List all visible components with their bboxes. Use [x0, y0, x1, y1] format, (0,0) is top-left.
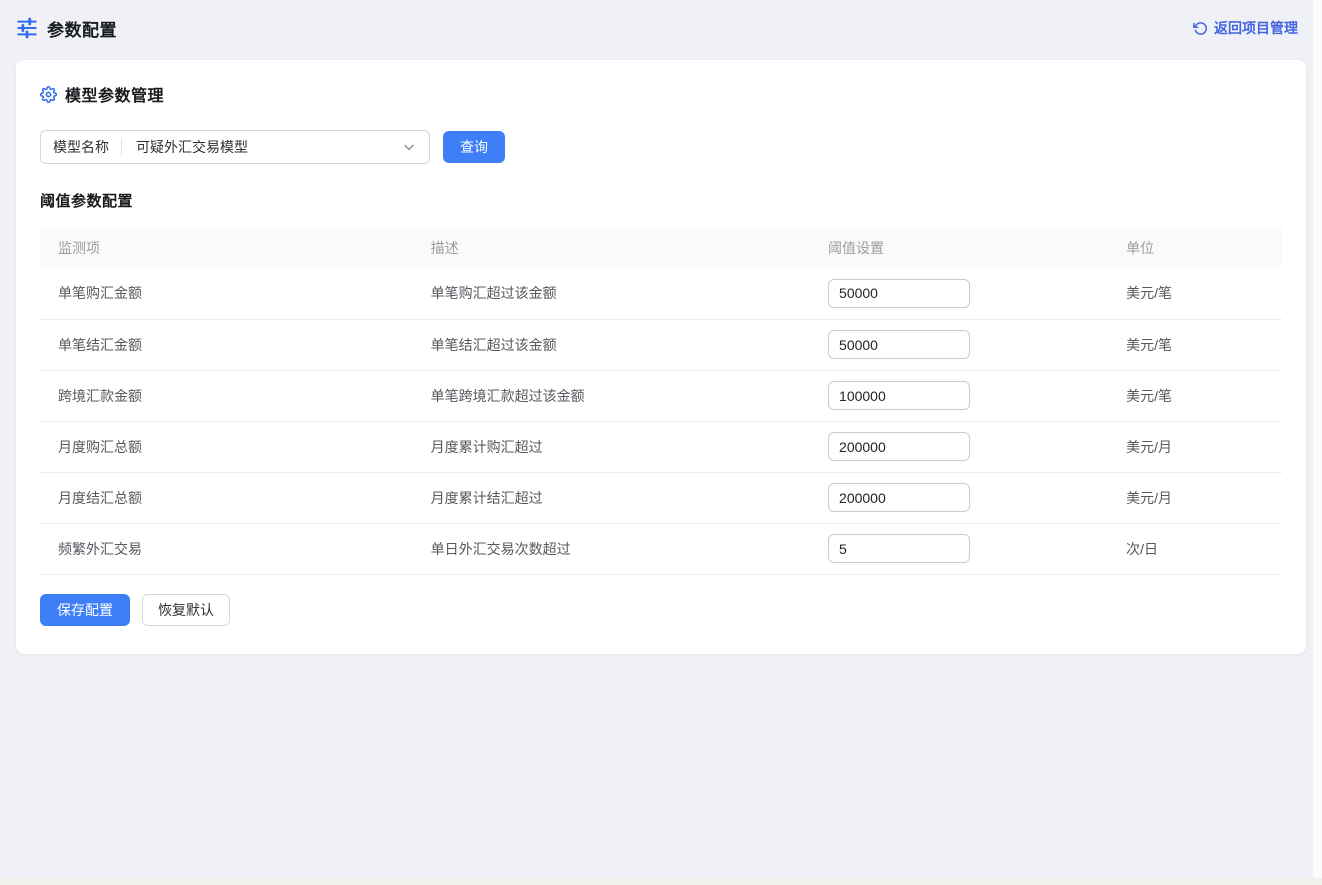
description-cell: 单日外汇交易次数超过: [413, 523, 810, 574]
table-row: 频繁外汇交易 单日外汇交易次数超过 次/日: [40, 523, 1282, 574]
table-row: 跨境汇款金额 单笔跨境汇款超过该金额 美元/笔: [40, 370, 1282, 421]
threshold-input[interactable]: [828, 483, 970, 512]
vertical-scrollbar-track[interactable]: [1313, 0, 1322, 878]
monitor-item-cell: 跨境汇款金额: [40, 370, 413, 421]
column-header-value: 阈值设置: [810, 227, 1108, 268]
unit-cell: 次/日: [1108, 523, 1282, 574]
threshold-value-cell: [810, 472, 1108, 523]
section-header: 模型参数管理: [40, 82, 1282, 106]
save-config-button[interactable]: 保存配置: [40, 594, 130, 626]
unit-cell: 美元/笔: [1108, 268, 1282, 319]
page-header: 参数配置 返回项目管理: [0, 0, 1322, 56]
description-cell: 单笔跨境汇款超过该金额: [413, 370, 810, 421]
back-link-label: 返回项目管理: [1214, 18, 1298, 38]
column-header-desc: 描述: [413, 227, 810, 268]
model-name-select[interactable]: 模型名称 可疑外汇交易模型: [40, 130, 430, 164]
description-cell: 月度累计购汇超过: [413, 421, 810, 472]
model-parameter-panel: 模型参数管理 模型名称 可疑外汇交易模型 查询 阈值参数配置 监测项 描述 阈值…: [16, 60, 1306, 654]
threshold-value-cell: [810, 370, 1108, 421]
unit-cell: 美元/笔: [1108, 370, 1282, 421]
threshold-input[interactable]: [828, 279, 970, 308]
monitor-item-cell: 月度购汇总额: [40, 421, 413, 472]
unit-cell: 美元/月: [1108, 421, 1282, 472]
table-header-row: 监测项 描述 阈值设置 单位: [40, 227, 1282, 268]
monitor-item-cell: 单笔购汇金额: [40, 268, 413, 319]
threshold-input[interactable]: [828, 432, 970, 461]
threshold-value-cell: [810, 421, 1108, 472]
table-row: 月度结汇总额 月度累计结汇超过 美元/月: [40, 472, 1282, 523]
threshold-input[interactable]: [828, 381, 970, 410]
threshold-table: 监测项 描述 阈值设置 单位 单笔购汇金额 单笔购汇超过该金额 美元/笔 单笔结…: [40, 227, 1282, 575]
threshold-table-title: 阈值参数配置: [40, 190, 1282, 211]
table-row: 单笔购汇金额 单笔购汇超过该金额 美元/笔: [40, 268, 1282, 319]
unit-cell: 美元/笔: [1108, 319, 1282, 370]
actions-row: 保存配置 恢复默认: [40, 594, 1282, 626]
page-title: 参数配置: [47, 16, 117, 41]
table-row: 单笔结汇金额 单笔结汇超过该金额 美元/笔: [40, 319, 1282, 370]
threshold-input[interactable]: [828, 534, 970, 563]
window-bottom-edge: [0, 878, 1322, 885]
threshold-input[interactable]: [828, 330, 970, 359]
chevron-down-icon: [401, 139, 417, 155]
description-cell: 月度累计结汇超过: [413, 472, 810, 523]
query-form-row: 模型名称 可疑外汇交易模型 查询: [40, 130, 1282, 164]
monitor-item-cell: 单笔结汇金额: [40, 319, 413, 370]
description-cell: 单笔购汇超过该金额: [413, 268, 810, 319]
restore-defaults-button[interactable]: 恢复默认: [142, 594, 230, 626]
threshold-value-cell: [810, 523, 1108, 574]
rotate-ccw-icon: [1193, 21, 1208, 36]
monitor-item-cell: 月度结汇总额: [40, 472, 413, 523]
table-row: 月度购汇总额 月度累计购汇超过 美元/月: [40, 421, 1282, 472]
monitor-item-cell: 频繁外汇交易: [40, 523, 413, 574]
model-name-select-value: 可疑外汇交易模型: [122, 137, 401, 157]
threshold-value-cell: [810, 319, 1108, 370]
section-title: 模型参数管理: [65, 82, 164, 106]
back-to-project-link[interactable]: 返回项目管理: [1193, 18, 1298, 38]
page-title-group: 参数配置: [16, 16, 117, 41]
threshold-value-cell: [810, 268, 1108, 319]
sliders-icon: [16, 17, 38, 39]
model-name-select-label: 模型名称: [41, 137, 121, 157]
unit-cell: 美元/月: [1108, 472, 1282, 523]
gear-icon: [40, 86, 57, 103]
column-header-unit: 单位: [1108, 227, 1282, 268]
query-button[interactable]: 查询: [443, 131, 505, 163]
column-header-item: 监测项: [40, 227, 413, 268]
description-cell: 单笔结汇超过该金额: [413, 319, 810, 370]
